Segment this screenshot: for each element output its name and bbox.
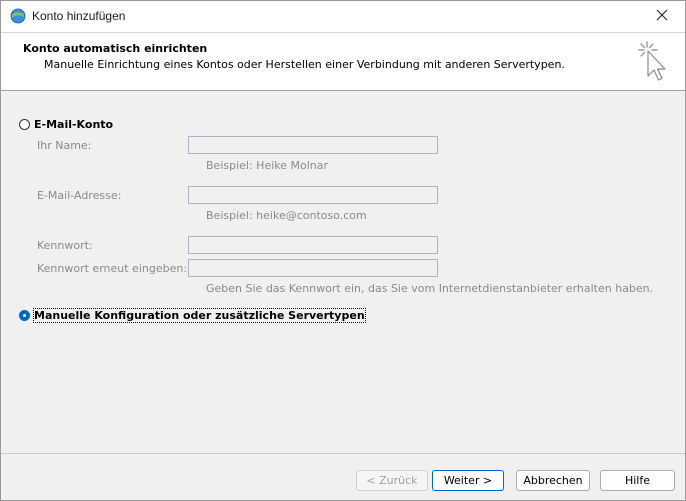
email-label: E-Mail-Adresse: (37, 189, 122, 202)
header-divider (1, 32, 685, 33)
email-account-option[interactable]: E-Mail-Konto (19, 118, 113, 131)
password-repeat-label: Kennwort erneut eingeben: (37, 262, 188, 275)
cancel-button[interactable]: Abbrechen (516, 470, 590, 491)
name-hint: Beispiel: Heike Molnar (206, 159, 329, 172)
password-label: Kennwort: (37, 239, 93, 252)
title-bar: Konto hinzufügen (1, 1, 685, 32)
email-hint: Beispiel: heike@contoso.com (206, 209, 367, 222)
manual-config-radio[interactable] (19, 310, 30, 321)
name-label: Ihr Name: (37, 139, 92, 152)
wizard-header: Konto automatisch einrichten Manuelle Ei… (1, 32, 685, 91)
password-field[interactable] (188, 236, 438, 254)
email-account-radio[interactable] (19, 119, 30, 130)
cursor-sparkle-icon (635, 38, 671, 86)
manual-config-option[interactable]: Manuelle Konfiguration oder zusätzliche … (19, 308, 366, 323)
next-button[interactable]: Weiter > (432, 470, 504, 491)
outlook-app-icon (10, 8, 26, 24)
close-button[interactable] (639, 1, 685, 32)
name-field[interactable] (188, 136, 438, 154)
close-icon (656, 9, 668, 24)
password-hint: Geben Sie das Kennwort ein, das Sie vom … (206, 282, 654, 295)
help-button[interactable]: Hilfe (600, 470, 675, 491)
header-subtitle: Manuelle Einrichtung eines Kontos oder H… (44, 58, 565, 71)
email-account-label: E-Mail-Konto (34, 118, 114, 131)
add-account-dialog: Konto hinzufügen Konto automatisch einri… (0, 0, 686, 501)
footer-divider (1, 453, 685, 454)
back-button[interactable]: < Zurück (356, 470, 428, 491)
password-repeat-field[interactable] (188, 259, 438, 277)
header-title: Konto automatisch einrichten (23, 42, 208, 55)
window-title: Konto hinzufügen (32, 9, 126, 23)
manual-config-label: Manuelle Konfiguration oder zusätzliche … (33, 308, 366, 323)
email-field[interactable] (188, 186, 438, 204)
